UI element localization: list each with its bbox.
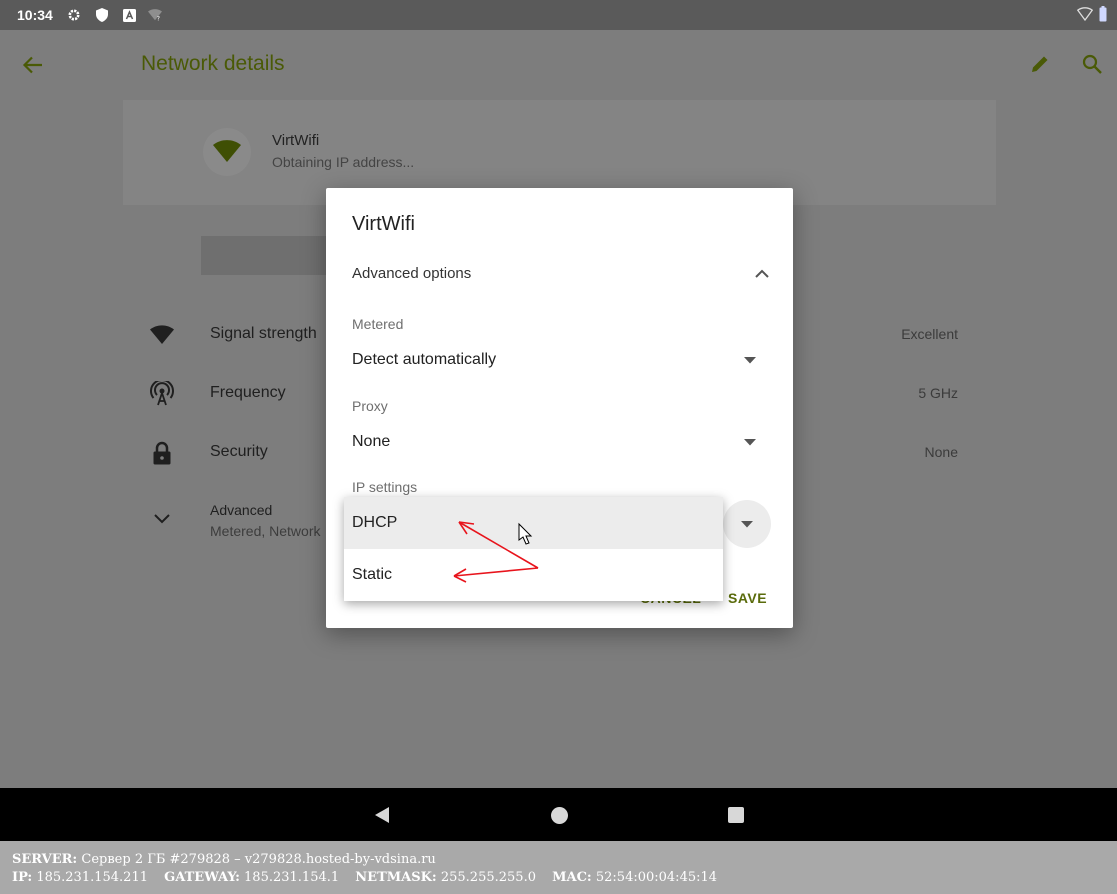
search-button[interactable] <box>1078 50 1106 78</box>
ip-settings-dropdown-menu: DHCP Static <box>344 497 723 601</box>
detail-label: Signal strength <box>210 325 317 342</box>
netmask-value: 255.255.255.0 <box>440 870 536 885</box>
detail-label: Advanced <box>210 502 273 518</box>
shield-icon <box>95 8 109 22</box>
advanced-options-label[interactable]: Advanced options <box>352 265 471 282</box>
system-nav-bar <box>0 788 1117 841</box>
wifi-signal-icon <box>149 322 175 348</box>
detail-label: Frequency <box>210 384 286 401</box>
detail-label: Security <box>210 443 268 460</box>
server-info-footer: SERVER: Сервер 2 ГБ #279828 – v279828.ho… <box>0 841 1117 894</box>
server-line: SERVER: Сервер 2 ГБ #279828 – v279828.ho… <box>12 851 1105 869</box>
status-time: 10:34 <box>17 7 53 23</box>
dialog-title: VirtWifi <box>352 213 415 235</box>
server-value: Сервер 2 ГБ #279828 – v279828.hosted-by-… <box>81 852 436 867</box>
network-line: IP: 185.231.154.211 GATEWAY: 185.231.154… <box>12 869 1105 887</box>
proxy-select[interactable]: None <box>352 433 390 451</box>
chevron-up-icon[interactable] <box>750 262 774 286</box>
wifi-icon <box>203 128 251 176</box>
wifi-outline-icon <box>1076 7 1094 26</box>
edit-button[interactable] <box>1026 50 1054 78</box>
triangle-back-icon <box>375 807 389 823</box>
detail-value: None <box>924 444 958 460</box>
proxy-caption: Proxy <box>352 398 388 414</box>
status-bar: 10:34 ? <box>0 0 1117 30</box>
frequency-icon <box>149 381 175 407</box>
wifi-unknown-icon: ? <box>148 8 162 22</box>
chevron-down-icon <box>149 506 175 532</box>
page-title: Network details <box>141 52 285 75</box>
metered-caption: Metered <box>352 316 404 332</box>
back-button[interactable] <box>18 50 48 80</box>
dropdown-option-static[interactable]: Static <box>344 549 723 601</box>
ip-value: 185.231.154.211 <box>36 870 148 885</box>
search-icon <box>1082 54 1102 74</box>
detail-value: 5 GHz <box>918 385 958 401</box>
network-name: VirtWifi <box>272 132 320 149</box>
mac-value: 52:54:00:04:45:14 <box>595 870 718 885</box>
dropdown-arrow-icon[interactable] <box>738 430 762 454</box>
gateway-label: GATEWAY: <box>164 870 240 885</box>
dropdown-arrow-icon <box>741 520 753 527</box>
ip-label: IP: <box>12 870 33 885</box>
nav-home-button[interactable] <box>551 807 568 824</box>
netmask-label: NETMASK: <box>355 870 437 885</box>
dropdown-arrow-icon[interactable] <box>738 348 762 372</box>
detail-sub: Metered, Network <box>210 523 321 539</box>
lock-icon <box>149 440 175 466</box>
network-status: Obtaining IP address... <box>272 154 415 170</box>
server-label: SERVER: <box>12 852 78 867</box>
settings-icon <box>67 8 81 22</box>
metered-select[interactable]: Detect automatically <box>352 351 496 369</box>
back-arrow-icon <box>22 56 42 74</box>
dropdown-option-dhcp[interactable]: DHCP <box>344 497 723 549</box>
svg-text:?: ? <box>157 15 160 22</box>
save-button[interactable]: SAVE <box>728 590 767 606</box>
detail-value: Excellent <box>901 326 958 342</box>
mac-label: MAC: <box>552 870 592 885</box>
ip-settings-caption: IP settings <box>352 479 418 495</box>
edit-pencil-icon <box>1032 56 1048 72</box>
nav-recents-button[interactable] <box>728 807 744 823</box>
battery-icon <box>1099 6 1107 27</box>
ip-settings-dropdown-button[interactable] <box>723 500 771 548</box>
a-badge-icon <box>122 8 136 22</box>
app-bar: Network details <box>0 30 1117 100</box>
nav-back-button[interactable] <box>372 805 392 825</box>
gateway-value: 185.231.154.1 <box>244 870 340 885</box>
